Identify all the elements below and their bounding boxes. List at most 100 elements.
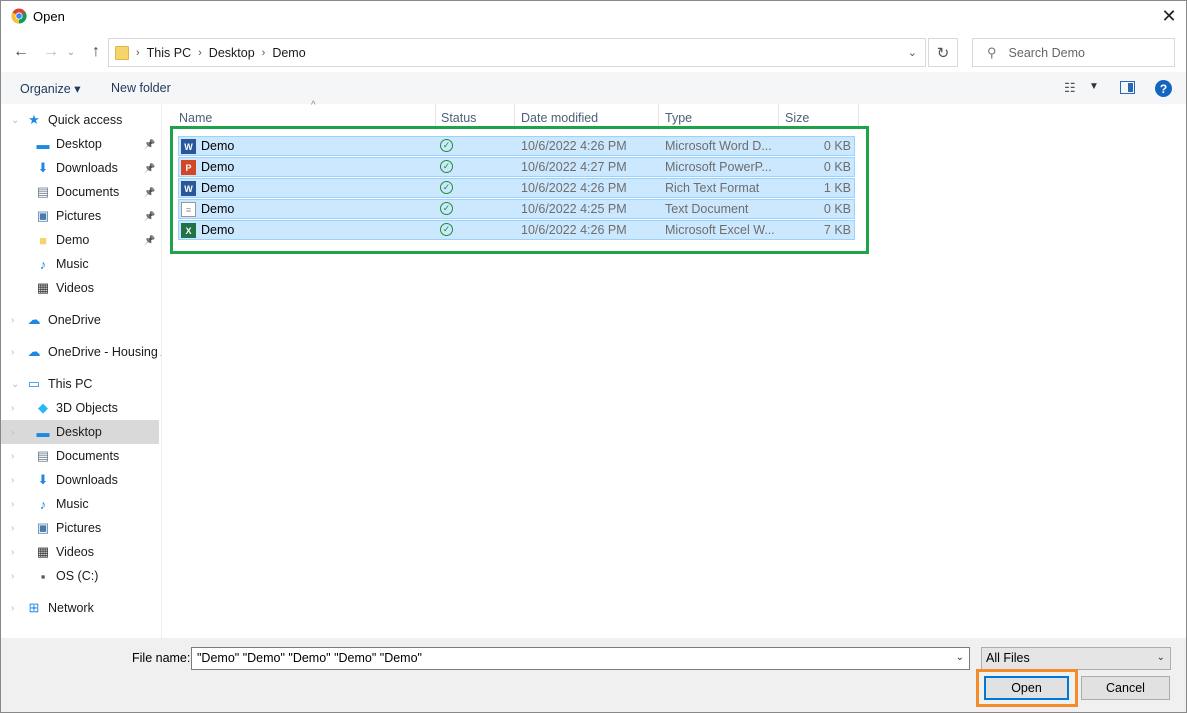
- pin-icon: 📌: [144, 210, 156, 221]
- sidebar-item-network[interactable]: › ⊞ Network: [1, 596, 159, 620]
- expand-chevron-icon[interactable]: ›: [11, 315, 14, 326]
- cancel-button[interactable]: Cancel: [1081, 676, 1170, 700]
- arrow-up-icon: ↑: [92, 43, 100, 60]
- address-bar[interactable]: › This PC › Desktop › Demo ⌄: [108, 38, 926, 67]
- sidebar-item-label: Desktop: [56, 425, 102, 439]
- expand-chevron-icon[interactable]: ›: [11, 523, 14, 534]
- chevron-down-icon[interactable]: ⌄: [908, 46, 917, 59]
- breadcrumb-desktop[interactable]: Desktop: [209, 46, 255, 60]
- documents-icon: ▤: [36, 448, 50, 463]
- back-button[interactable]: ←: [11, 42, 31, 62]
- expand-chevron-icon[interactable]: ⌄: [11, 115, 19, 126]
- recent-locations-button[interactable]: ⌄: [61, 42, 81, 62]
- expand-chevron-icon[interactable]: ›: [11, 571, 14, 582]
- help-icon[interactable]: ?: [1155, 80, 1172, 97]
- computer-icon: ▭: [27, 376, 41, 391]
- pin-icon: 📌: [144, 234, 156, 245]
- sort-ascending-icon: ^: [311, 100, 316, 111]
- sidebar-item-videos[interactable]: › ▦ Videos: [1, 540, 159, 564]
- sidebar-item-pictures[interactable]: › ▣ Pictures: [1, 516, 159, 540]
- sidebar-item-documents[interactable]: › ▤ Documents: [1, 444, 159, 468]
- forward-button[interactable]: →: [41, 42, 61, 62]
- desktop-icon: ▬: [36, 136, 50, 152]
- navigation-bar: ← → ⌄ ↑ › This PC › Desktop › Demo ⌄ ↻ ⚲…: [1, 32, 1186, 72]
- file-name-input[interactable]: "Demo" "Demo" "Demo" "Demo" "Demo" ⌄: [191, 647, 970, 670]
- organize-button[interactable]: Organize ▾: [20, 81, 80, 96]
- sidebar-item-onedrive[interactable]: › ☁ OneDrive: [1, 308, 159, 332]
- sidebar-item-label: This PC: [48, 377, 93, 391]
- sidebar-item-onedrive-housing-a[interactable]: › ☁ OneDrive - Housing A: [1, 340, 161, 364]
- music-icon: ♪: [39, 256, 47, 272]
- search-icon: ⚲: [987, 44, 997, 60]
- file-name-label: File name:: [132, 651, 191, 665]
- documents-icon: ▤: [36, 184, 50, 199]
- chevron-down-icon: ⌄: [1156, 652, 1165, 663]
- expand-chevron-icon[interactable]: ›: [11, 451, 14, 462]
- breadcrumb-separator-icon: ›: [198, 46, 202, 59]
- sidebar-item-desktop[interactable]: ▬ Desktop 📌: [1, 132, 159, 156]
- breadcrumb-separator-icon: ›: [261, 46, 266, 59]
- file-type-select[interactable]: All Files ⌄: [981, 647, 1171, 670]
- new-folder-button[interactable]: New folder: [111, 81, 171, 95]
- expand-chevron-icon[interactable]: ›: [11, 547, 14, 558]
- sidebar-item-label: Downloads: [56, 473, 118, 487]
- expand-chevron-icon[interactable]: ›: [11, 475, 14, 486]
- expand-chevron-icon[interactable]: ›: [11, 403, 14, 414]
- pictures-icon: ▣: [36, 520, 50, 535]
- search-placeholder: Search Demo: [1008, 45, 1085, 60]
- chrome-icon: [11, 8, 27, 24]
- chevron-down-icon[interactable]: ⌄: [956, 652, 964, 663]
- sidebar-item-this-pc[interactable]: ⌄ ▭ This PC: [1, 372, 159, 396]
- preview-pane-icon[interactable]: [1120, 81, 1135, 94]
- sidebar-item-label: Pictures: [56, 521, 102, 535]
- breadcrumb-demo[interactable]: Demo: [272, 46, 305, 60]
- expand-chevron-icon[interactable]: ›: [11, 499, 14, 510]
- view-options-icon[interactable]: ☷: [1064, 80, 1076, 96]
- breadcrumb-this-pc[interactable]: This PC: [147, 46, 191, 60]
- sidebar-item-3d-objects[interactable]: › ◆ 3D Objects: [1, 396, 159, 420]
- pin-icon: 📌: [144, 138, 156, 149]
- expand-chevron-icon[interactable]: ›: [11, 347, 14, 358]
- sidebar-item-music[interactable]: ♪ Music: [1, 252, 159, 276]
- download-icon: ⬇: [37, 160, 49, 175]
- sidebar-item-desktop[interactable]: › ▬ Desktop: [1, 420, 159, 444]
- sidebar-item-videos[interactable]: ▦ Videos: [1, 276, 159, 300]
- sidebar-item-label: Music: [56, 257, 89, 271]
- expand-chevron-icon[interactable]: ⌄: [11, 379, 19, 390]
- title-bar: Open ✕: [1, 1, 1186, 32]
- open-button-highlight-box: [976, 669, 1078, 707]
- sidebar-item-pictures[interactable]: ▣ Pictures 📌: [1, 204, 159, 228]
- close-icon: ✕: [1161, 6, 1177, 26]
- search-box[interactable]: ⚲ Search Demo: [972, 38, 1175, 67]
- sidebar-item-quick-access[interactable]: ⌄ ★ Quick access: [1, 108, 159, 132]
- close-button[interactable]: ✕: [1152, 1, 1186, 32]
- refresh-button[interactable]: ↻: [928, 38, 958, 67]
- cloud-icon: ☁: [27, 312, 41, 327]
- arrow-right-icon: →: [43, 43, 59, 60]
- sidebar-item-documents[interactable]: ▤ Documents 📌: [1, 180, 159, 204]
- sidebar-item-downloads[interactable]: ⬇ Downloads 📌: [1, 156, 159, 180]
- sidebar-item-demo[interactable]: ■ Demo 📌: [1, 228, 159, 252]
- folder-icon: [115, 45, 129, 60]
- sidebar-item-os-c[interactable]: › ▪ OS (C:): [1, 564, 159, 588]
- sidebar-item-downloads[interactable]: › ⬇ Downloads: [1, 468, 159, 492]
- sidebar-item-label: Demo: [56, 233, 90, 247]
- sidebar-item-label: Music: [56, 497, 89, 511]
- sidebar-item-label: Quick access: [48, 113, 123, 127]
- download-icon: ⬇: [37, 472, 49, 487]
- drive-icon: ▪: [40, 568, 46, 584]
- cloud-icon: ☁: [27, 344, 41, 359]
- sidebar-item-label: Documents: [56, 185, 120, 199]
- sidebar-item-label: Pictures: [56, 209, 102, 223]
- pin-icon: 📌: [144, 162, 156, 173]
- chevron-down-icon[interactable]: ▼: [1089, 81, 1099, 92]
- expand-chevron-icon[interactable]: ›: [11, 427, 14, 438]
- chevron-down-icon: ⌄: [66, 46, 76, 58]
- sidebar-item-music[interactable]: › ♪ Music: [1, 492, 159, 516]
- videos-icon: ▦: [36, 280, 50, 295]
- up-button[interactable]: ↑: [86, 42, 106, 62]
- navigation-pane: ⌄ ★ Quick access ▬ Desktop 📌 ⬇ Downloads 📌 ▤ Docum…: [1, 104, 161, 638]
- breadcrumb-separator-icon: ›: [136, 46, 140, 59]
- sidebar-item-label: Network: [48, 601, 94, 615]
- expand-chevron-icon[interactable]: ›: [11, 603, 14, 614]
